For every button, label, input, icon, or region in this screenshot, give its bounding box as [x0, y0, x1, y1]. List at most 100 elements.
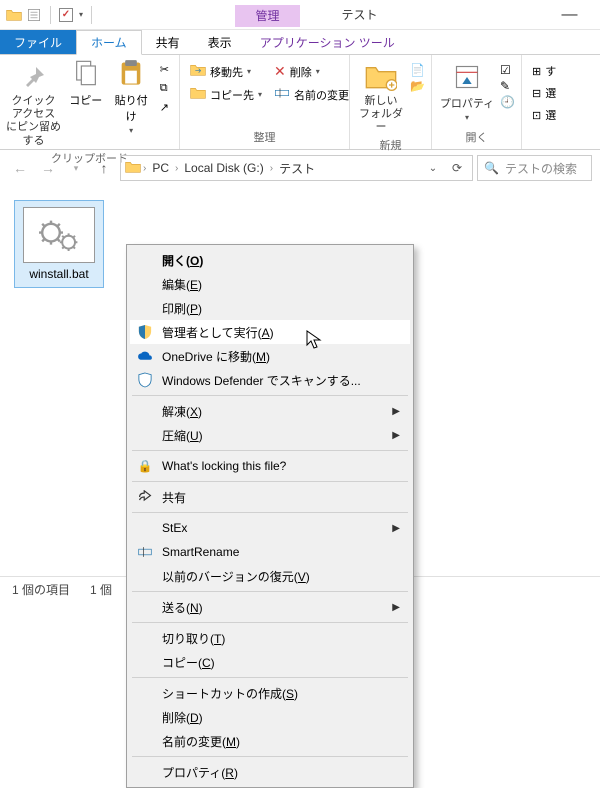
ribbon-group-new: 新しい フォルダー 📄 📂 新規 — [350, 55, 432, 149]
chevron-right-icon: ▶ — [392, 406, 400, 417]
separator — [132, 395, 408, 396]
share-icon — [136, 488, 154, 506]
ctx-smartrename[interactable]: SmartRename — [130, 540, 410, 564]
chevron-right-icon[interactable]: › — [175, 163, 178, 174]
ctx-edit[interactable]: 編集(E) — [130, 272, 410, 296]
path-icon: ⧉ — [160, 82, 168, 95]
invert-selection-button[interactable]: ⊡選 — [528, 105, 560, 125]
copy-path-button[interactable]: ⧉ — [156, 80, 173, 97]
paste-icon — [117, 59, 145, 90]
separator — [132, 512, 408, 513]
separator — [132, 450, 408, 451]
ribbon-tabs-filler — [409, 30, 600, 55]
tab-app-tools[interactable]: アプリケーション ツール — [246, 30, 409, 55]
chevron-down-icon: ▾ — [465, 113, 469, 122]
window-controls: — — [547, 0, 600, 29]
select-none-button[interactable]: ⊟選 — [528, 83, 560, 103]
button-label: コピー — [69, 92, 102, 108]
button-label: プロパティ — [440, 95, 494, 111]
copy-icon — [72, 59, 100, 90]
shortcut-icon: ↗ — [160, 101, 169, 114]
address-bar[interactable]: › PC › Local Disk (G:) › テスト ⌄ ⟳ — [120, 155, 473, 181]
group-label: 開く — [438, 127, 515, 145]
chevron-right-icon[interactable]: › — [143, 163, 146, 174]
new-item-icon[interactable]: 📄 — [410, 63, 425, 77]
ctx-defender[interactable]: Windows Defender でスキャンする... — [130, 368, 410, 392]
tab-view[interactable]: 表示 — [194, 30, 246, 55]
separator — [132, 481, 408, 482]
tab-home[interactable]: ホーム — [76, 30, 142, 55]
qat-checkbox[interactable]: ✓ — [59, 8, 73, 22]
breadcrumb[interactable]: テスト — [275, 160, 319, 177]
ctx-onedrive[interactable]: OneDrive に移動(M) — [130, 344, 410, 368]
context-menu: 開く(O) 編集(E) 印刷(P) 管理者として実行(A) OneDrive に… — [126, 244, 414, 788]
window-title: テスト — [312, 6, 408, 23]
ctx-open[interactable]: 開く(O) — [130, 248, 410, 272]
ctx-prev-versions[interactable]: 以前のバージョンの復元(V) — [130, 564, 410, 588]
separator — [132, 591, 408, 592]
paste-button[interactable]: 貼り付け ▾ — [110, 59, 151, 135]
move-icon — [190, 63, 206, 80]
breadcrumb[interactable]: PC — [148, 161, 173, 175]
chevron-right-icon: ▶ — [392, 602, 400, 613]
ctx-print[interactable]: 印刷(P) — [130, 296, 410, 320]
qat-dropdown-icon[interactable]: ▾ — [79, 10, 83, 19]
back-button[interactable]: ← — [8, 156, 32, 180]
new-folder-icon — [365, 61, 397, 93]
rename-icon — [274, 86, 290, 103]
address-dropdown-button[interactable]: ⌄ — [422, 157, 444, 179]
file-item[interactable]: winstall.bat — [14, 200, 104, 288]
group-label: 新規 — [356, 135, 425, 153]
tab-share[interactable]: 共有 — [142, 30, 194, 55]
batch-file-icon — [23, 207, 95, 263]
select-all-button[interactable]: ⊞す — [528, 61, 560, 81]
easy-access-icon[interactable]: 📂 — [410, 79, 425, 93]
paste-shortcut-button[interactable]: ↗ — [156, 99, 173, 116]
open-icon[interactable]: ☑ — [500, 63, 515, 77]
search-box[interactable]: 🔍 テストの検索 — [477, 155, 592, 181]
ctx-compress[interactable]: 圧縮(U)▶ — [130, 423, 410, 447]
ctx-share[interactable]: 共有 — [130, 485, 410, 509]
pin-to-quickaccess-button[interactable]: クイック アクセス にピン留めする — [6, 59, 61, 148]
breadcrumb[interactable]: Local Disk (G:) — [180, 161, 267, 175]
ctx-cut[interactable]: 切り取り(T) — [130, 626, 410, 650]
minimize-button[interactable]: — — [547, 1, 592, 29]
smartrename-icon — [136, 543, 154, 561]
ctx-extract[interactable]: 解凍(X)▶ — [130, 399, 410, 423]
onedrive-icon — [136, 347, 154, 365]
ctx-locking[interactable]: 🔒 What's locking this file? — [130, 454, 410, 478]
ribbon-group-organize: 移動先▾ コピー先▾ ✕ 削除▾ 名前の変更 整理 — [180, 55, 350, 149]
history-icon[interactable]: 🕘 — [500, 95, 515, 109]
new-folder-button[interactable]: 新しい フォルダー — [356, 59, 406, 135]
ctx-stex[interactable]: StEx▶ — [130, 516, 410, 540]
ctx-delete[interactable]: 削除(D) — [130, 705, 410, 729]
refresh-button[interactable]: ⟳ — [446, 157, 468, 179]
cut-button[interactable]: ✂ — [156, 61, 173, 78]
copy-to-button[interactable]: コピー先▾ — [186, 84, 266, 105]
ctx-shortcut[interactable]: ショートカットの作成(S) — [130, 681, 410, 705]
separator — [91, 6, 92, 24]
edit-icon[interactable]: ✎ — [500, 79, 515, 93]
delete-icon: ✕ — [274, 63, 286, 80]
delete-button[interactable]: ✕ 削除▾ — [270, 61, 353, 82]
forward-button[interactable]: → — [36, 156, 60, 180]
up-button[interactable]: ↑ — [92, 156, 116, 180]
recent-locations-button[interactable]: ▾ — [64, 156, 88, 180]
move-to-button[interactable]: 移動先▾ — [186, 61, 266, 82]
tab-file[interactable]: ファイル — [0, 30, 76, 55]
button-label: クイック アクセス にピン留めする — [6, 95, 61, 148]
button-label: 削除 — [290, 64, 312, 80]
ctx-run-as-admin[interactable]: 管理者として実行(A) — [130, 320, 410, 344]
properties-button[interactable]: プロパティ ▾ — [438, 59, 496, 122]
rename-button[interactable]: 名前の変更 — [270, 84, 353, 105]
group-label: 整理 — [186, 127, 343, 145]
chevron-right-icon: ▶ — [392, 523, 400, 534]
button-label: 名前の変更 — [294, 87, 349, 103]
copy-button[interactable]: コピー — [65, 59, 106, 108]
ctx-send-to[interactable]: 送る(N)▶ — [130, 595, 410, 619]
chevron-right-icon[interactable]: › — [270, 163, 273, 174]
ribbon: クイック アクセス にピン留めする コピー 貼り付け ▾ ✂ ⧉ ↗ クリップボ… — [0, 55, 600, 150]
ctx-properties[interactable]: プロパティ(R) — [130, 760, 410, 784]
ctx-copy[interactable]: コピー(C) — [130, 650, 410, 674]
ctx-rename[interactable]: 名前の変更(M) — [130, 729, 410, 753]
